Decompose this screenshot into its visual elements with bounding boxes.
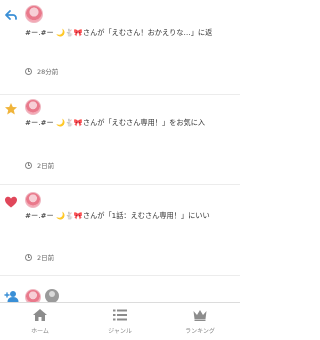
avatar[interactable] xyxy=(25,192,41,208)
emoji-bow: 🎀 xyxy=(73,28,83,37)
add-user-icon xyxy=(4,291,19,302)
emoji-moon: 🌙 xyxy=(56,118,65,127)
timestamp: 2日前 xyxy=(25,160,54,170)
notification-item-reply[interactable]: #ー.#ー 🌙🐇🎀さんが「えむさん！おかえりな…」に返 28分前 xyxy=(0,0,240,95)
notification-text: #ー.#ー 🌙🐇🎀さんが「えむさん専用！」をお気に入 xyxy=(25,118,240,128)
emoji-rabbit: 🐇 xyxy=(64,118,74,127)
notification-message: さんが「えむさん専用！」をお気に入 xyxy=(82,118,206,127)
notification-text: #ー.#ー 🌙🐇🎀さんが「えむさん！おかえりな…」に返 xyxy=(25,28,240,38)
tab-home[interactable]: ホーム xyxy=(0,303,80,340)
avatar[interactable] xyxy=(25,99,41,115)
notification-item-follow[interactable] xyxy=(0,276,240,302)
timestamp: 2日前 xyxy=(25,252,54,262)
actor-name: #ー.#ー xyxy=(25,118,54,127)
emoji-bow: 🎀 xyxy=(73,211,83,220)
notification-item-favorite[interactable]: #ー.#ー 🌙🐇🎀さんが「えむさん専用！」をお気に入 2日前 xyxy=(0,95,240,185)
list-icon xyxy=(113,309,127,321)
tab-label: ジャンル xyxy=(108,328,132,335)
time-label: 28分前 xyxy=(37,68,59,76)
clock-icon xyxy=(25,253,32,261)
avatar[interactable] xyxy=(25,5,43,23)
notification-feed: #ー.#ー 🌙🐇🎀さんが「えむさん！おかえりな…」に返 28分前 #ー.#ー 🌙… xyxy=(0,0,240,302)
emoji-rabbit: 🐇 xyxy=(64,28,74,37)
tab-label: ホーム xyxy=(31,328,49,335)
clock-icon xyxy=(25,161,32,169)
emoji-moon: 🌙 xyxy=(56,28,65,37)
home-icon xyxy=(33,309,47,321)
actor-name: #ー.#ー xyxy=(25,211,54,220)
reply-icon xyxy=(5,10,17,20)
emoji-bow: 🎀 xyxy=(73,118,83,127)
notification-message: さんが「えむさん！おかえりな…」に返 xyxy=(82,28,213,37)
notification-item-like[interactable]: #ー.#ー 🌙🐇🎀さんが「1話：えむさん専用！」にいい 2日前 xyxy=(0,185,240,276)
time-label: 2日前 xyxy=(37,162,55,170)
clock-icon xyxy=(25,67,32,75)
star-icon xyxy=(5,103,17,115)
bottom-tab-bar: ホーム ジャンル ランキング xyxy=(0,302,240,340)
emoji-rabbit: 🐇 xyxy=(64,211,74,220)
avatar[interactable] xyxy=(45,289,59,302)
crown-icon xyxy=(193,310,207,321)
notification-message: さんが「1話：えむさん専用！」にいい xyxy=(82,211,210,220)
time-label: 2日前 xyxy=(37,254,55,262)
tab-genre[interactable]: ジャンル xyxy=(80,303,160,340)
tab-label: ランキング xyxy=(185,328,215,335)
emoji-moon: 🌙 xyxy=(56,211,65,220)
notification-text: #ー.#ー 🌙🐇🎀さんが「1話：えむさん専用！」にいい xyxy=(25,211,240,221)
heart-icon xyxy=(5,196,17,208)
tab-ranking[interactable]: ランキング xyxy=(160,303,240,340)
actor-name: #ー.#ー xyxy=(25,28,54,37)
timestamp: 28分前 xyxy=(25,66,58,76)
avatar[interactable] xyxy=(25,289,41,302)
